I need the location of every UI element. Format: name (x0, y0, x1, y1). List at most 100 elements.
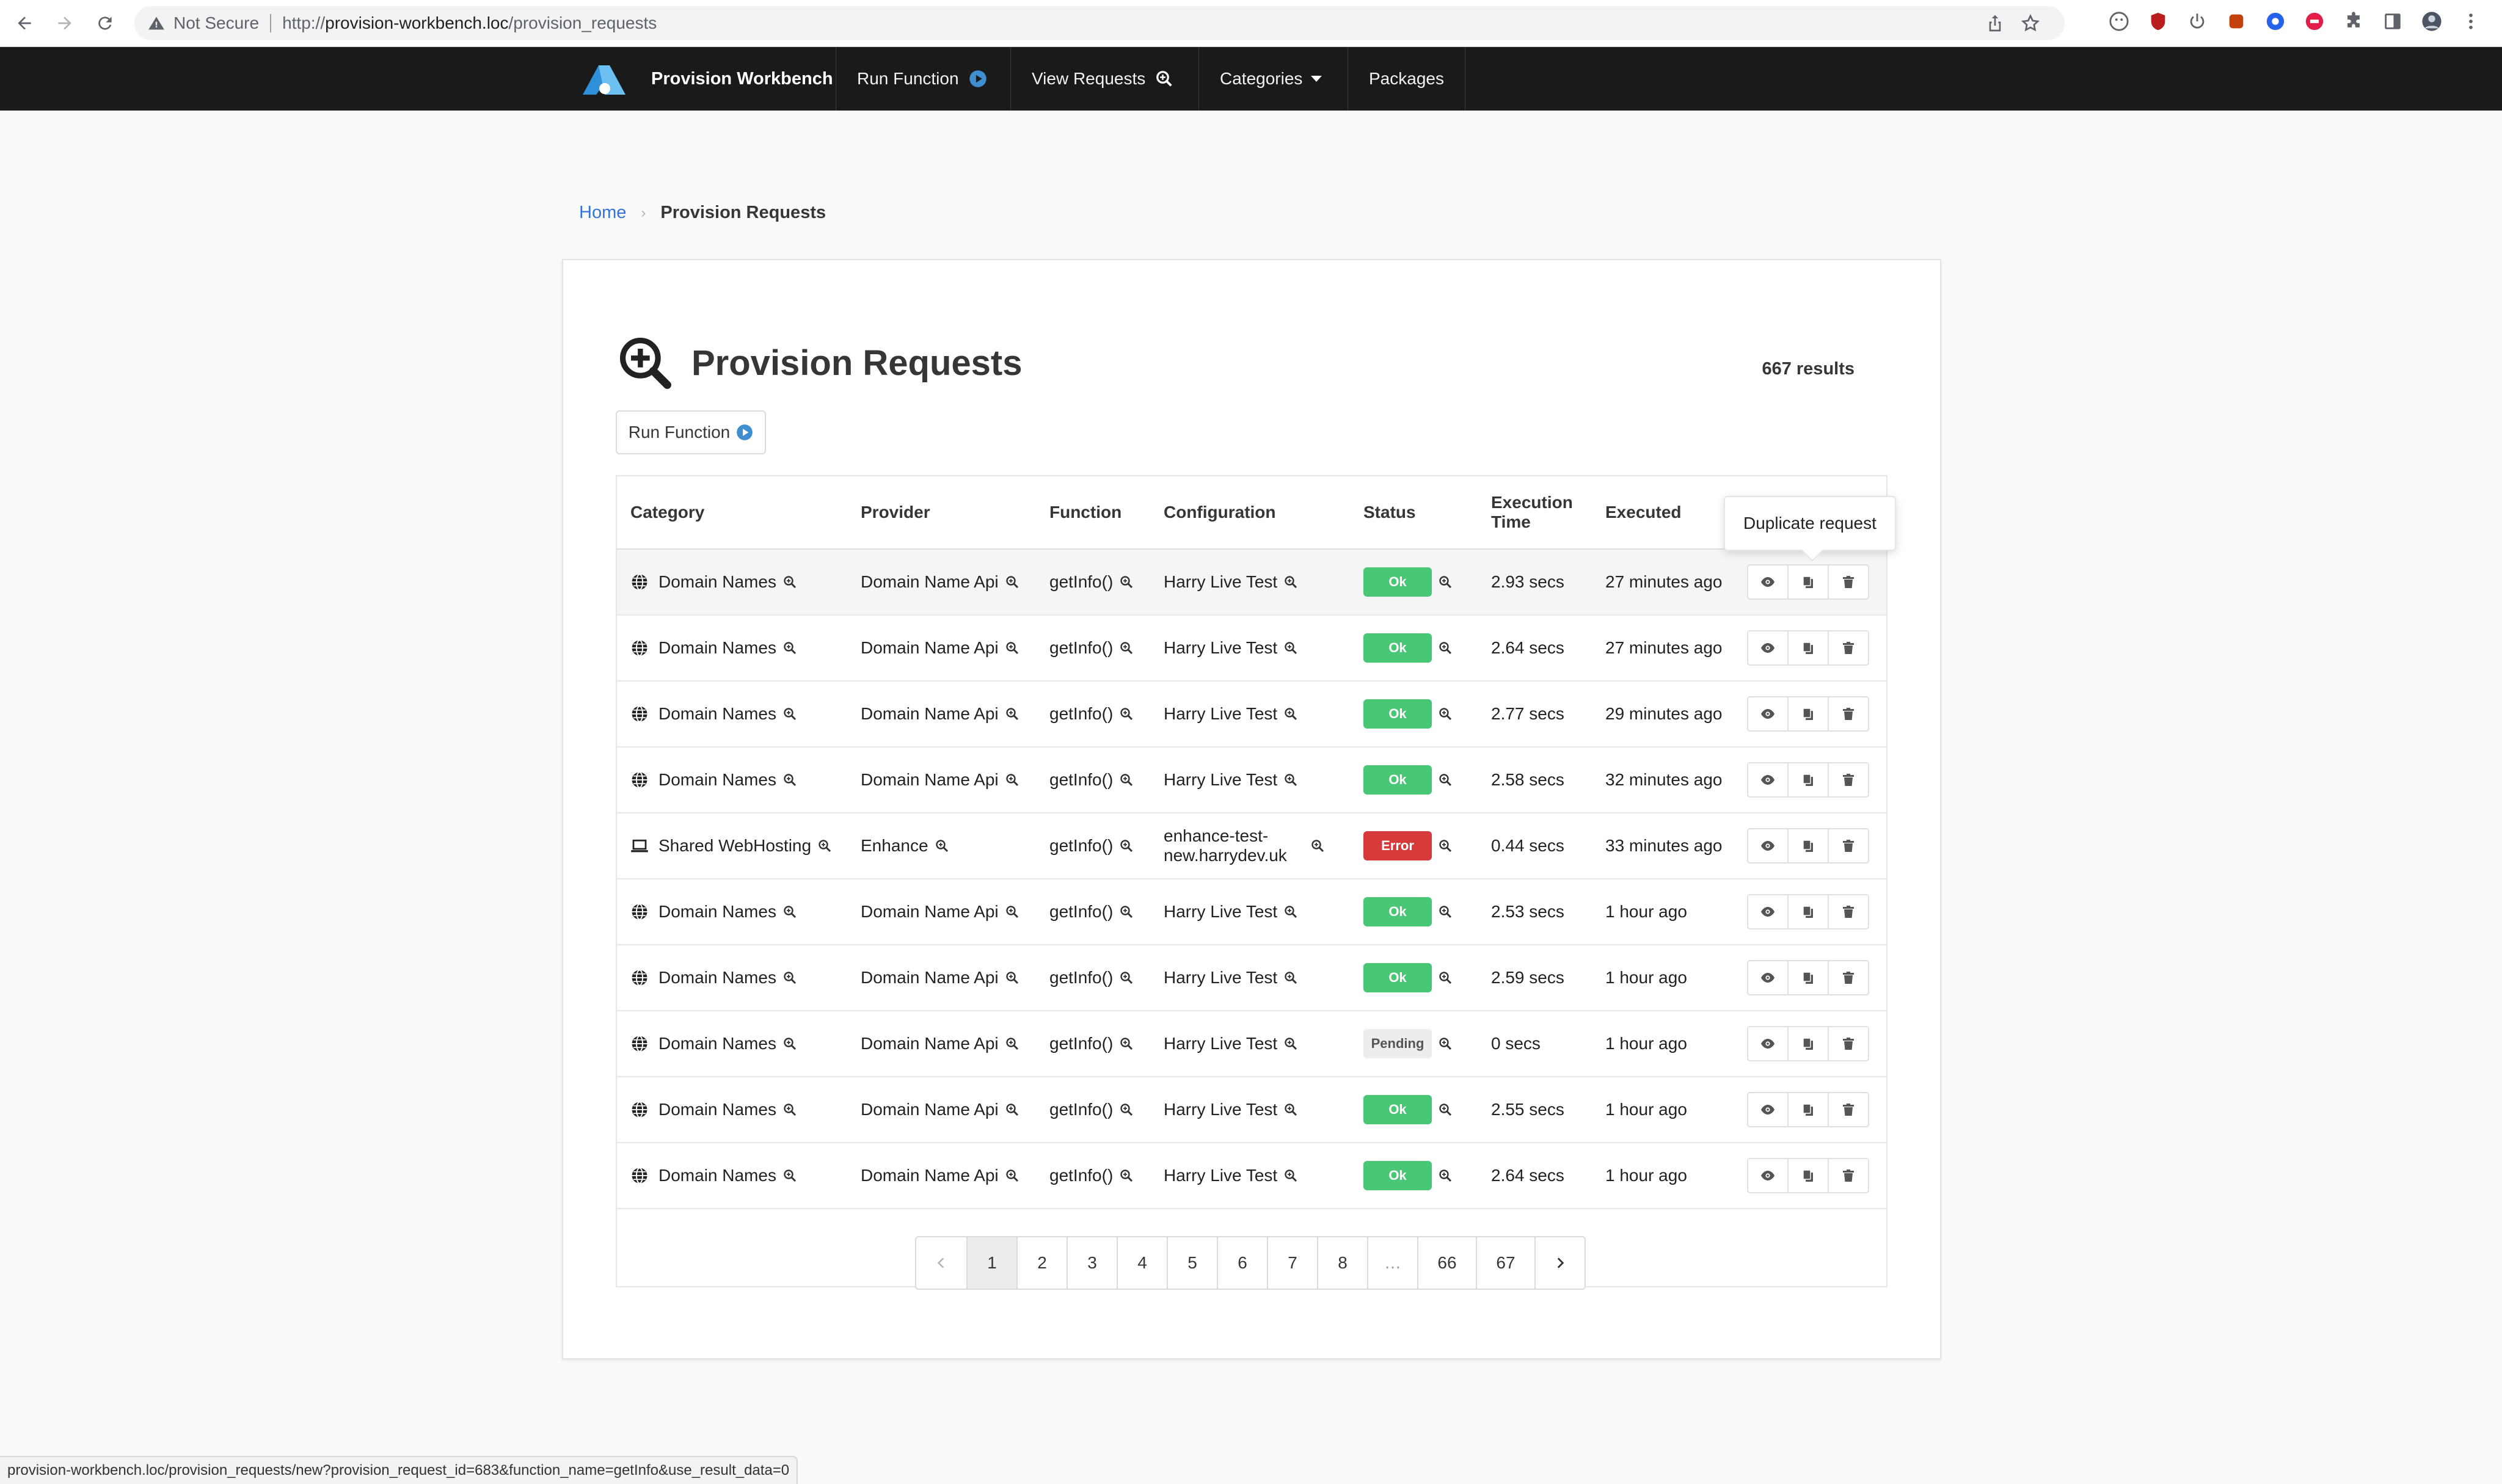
pagination-page-4[interactable]: 4 (1117, 1237, 1167, 1289)
magnify-icon[interactable] (1438, 575, 1453, 589)
delete-request-button[interactable] (1828, 894, 1869, 929)
pagination-page-1[interactable]: 1 (966, 1237, 1016, 1289)
magnify-icon[interactable] (1119, 838, 1134, 853)
duplicate-request-button[interactable] (1787, 1092, 1829, 1127)
magnify-icon[interactable] (1119, 641, 1134, 655)
magnify-icon[interactable] (1283, 1102, 1298, 1117)
magnify-icon[interactable] (1119, 970, 1134, 985)
brand-logo-icon[interactable] (580, 60, 628, 97)
magnify-icon[interactable] (1283, 970, 1298, 985)
nav-run-function[interactable]: Run Function (836, 47, 1008, 111)
power-icon[interactable] (2187, 11, 2208, 32)
duplicate-request-button[interactable] (1787, 960, 1829, 995)
delete-request-button[interactable] (1828, 960, 1869, 995)
magnify-icon[interactable] (1438, 1168, 1453, 1183)
delete-request-button[interactable] (1828, 828, 1869, 864)
extension-red-icon[interactable] (2304, 11, 2325, 32)
magnify-icon[interactable] (1310, 838, 1325, 853)
nav-categories-dropdown[interactable]: Categories (1198, 47, 1343, 111)
star-icon[interactable] (2021, 13, 2040, 33)
duplicate-request-button[interactable] (1787, 828, 1829, 864)
magnify-icon[interactable] (1283, 641, 1298, 655)
profile-avatar-icon[interactable] (2421, 11, 2442, 32)
view-request-button[interactable] (1747, 564, 1789, 600)
view-request-button[interactable] (1747, 762, 1789, 798)
magnify-icon[interactable] (1005, 970, 1019, 985)
duplicate-request-button[interactable] (1787, 894, 1829, 929)
pagination-page-5[interactable]: 5 (1167, 1237, 1217, 1289)
pagination-page-67[interactable]: 67 (1476, 1237, 1534, 1289)
pagination-page-3[interactable]: 3 (1067, 1237, 1117, 1289)
magnify-icon[interactable] (1438, 1036, 1453, 1051)
magnify-icon[interactable] (782, 1168, 797, 1183)
duplicate-request-button[interactable] (1787, 696, 1829, 732)
view-request-button[interactable] (1747, 828, 1789, 864)
magnify-icon[interactable] (782, 641, 797, 655)
delete-request-button[interactable] (1828, 630, 1869, 666)
magnify-icon[interactable] (1005, 773, 1019, 787)
magnify-icon[interactable] (1119, 904, 1134, 919)
duplicate-request-button[interactable] (1787, 1026, 1829, 1061)
ublock-shield-icon[interactable] (2148, 11, 2168, 32)
duplicate-request-button[interactable] (1787, 1158, 1829, 1193)
magnify-icon[interactable] (1283, 707, 1298, 721)
magnify-icon[interactable] (1119, 1168, 1134, 1183)
magnify-icon[interactable] (1283, 773, 1298, 787)
magnify-icon[interactable] (782, 970, 797, 985)
view-request-button[interactable] (1747, 960, 1789, 995)
magnify-icon[interactable] (1438, 838, 1453, 853)
magnify-icon[interactable] (782, 707, 797, 721)
magnify-icon[interactable] (1005, 1036, 1019, 1051)
pagination-page-6[interactable]: 6 (1217, 1237, 1267, 1289)
delete-request-button[interactable] (1828, 696, 1869, 732)
pagination-page-2[interactable]: 2 (1016, 1237, 1067, 1289)
reload-button[interactable] (89, 7, 121, 39)
magnify-icon[interactable] (1119, 575, 1134, 589)
pagination-page-66[interactable]: 66 (1417, 1237, 1476, 1289)
magnify-icon[interactable] (1005, 1102, 1019, 1117)
magnify-icon[interactable] (1438, 707, 1453, 721)
pagination-previous[interactable] (916, 1237, 966, 1289)
back-button[interactable] (9, 7, 40, 39)
view-request-button[interactable] (1747, 1026, 1789, 1061)
magnify-icon[interactable] (1283, 575, 1298, 589)
duplicate-request-button[interactable] (1787, 630, 1829, 666)
magnify-icon[interactable] (782, 904, 797, 919)
magnify-icon[interactable] (1438, 970, 1453, 985)
magnify-icon[interactable] (782, 1102, 797, 1117)
magnify-icon[interactable] (1119, 773, 1134, 787)
delete-request-button[interactable] (1828, 1158, 1869, 1193)
brand-name[interactable]: Provision Workbench (651, 47, 833, 111)
pagination-page-7[interactable]: 7 (1267, 1237, 1317, 1289)
magnify-icon[interactable] (1283, 1168, 1298, 1183)
magnify-icon[interactable] (1119, 1036, 1134, 1051)
pagination-page-8[interactable]: 8 (1317, 1237, 1367, 1289)
magnify-icon[interactable] (1283, 1036, 1298, 1051)
magnify-icon[interactable] (782, 1036, 797, 1051)
magnify-icon[interactable] (1119, 1102, 1134, 1117)
view-request-button[interactable] (1747, 630, 1789, 666)
extension-hand-icon[interactable] (2226, 11, 2247, 32)
magnify-icon[interactable] (782, 773, 797, 787)
magnify-icon[interactable] (1005, 707, 1019, 721)
delete-request-button[interactable] (1828, 762, 1869, 798)
nav-packages[interactable]: Packages (1348, 47, 1465, 111)
delete-request-button[interactable] (1828, 564, 1869, 600)
run-function-button[interactable]: Run Function (616, 410, 766, 454)
pagination-next[interactable] (1534, 1237, 1585, 1289)
puzzle-icon[interactable] (2343, 11, 2364, 32)
view-request-button[interactable] (1747, 894, 1789, 929)
duplicate-request-button[interactable] (1787, 564, 1829, 600)
magnify-icon[interactable] (782, 575, 797, 589)
magnify-icon[interactable] (1005, 1168, 1019, 1183)
magnify-icon[interactable] (1438, 1102, 1453, 1117)
extension-blue-icon[interactable] (2265, 11, 2286, 32)
magnify-icon[interactable] (817, 838, 832, 853)
magnify-icon[interactable] (1438, 904, 1453, 919)
nav-view-requests[interactable]: View Requests (1010, 47, 1194, 111)
view-request-button[interactable] (1747, 1092, 1789, 1127)
address-bar[interactable]: Not Secure http://provision-workbench.lo… (134, 6, 2065, 40)
forward-button[interactable] (49, 7, 81, 39)
magnify-icon[interactable] (1438, 773, 1453, 787)
magnify-icon[interactable] (1119, 707, 1134, 721)
